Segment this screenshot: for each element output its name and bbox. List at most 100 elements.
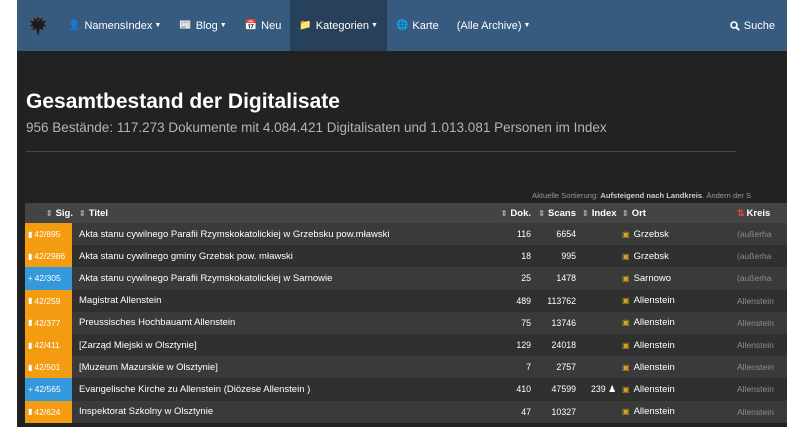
nav-blog-label: Blog [195, 19, 218, 32]
book-icon: ▮ [28, 251, 33, 261]
ort-label: Allenstein [633, 406, 675, 418]
cell-index [579, 267, 619, 290]
sig-badge[interactable]: ▮ 42/2986 [25, 245, 72, 268]
nav-blog[interactable]: 📰 Blog ▼ [170, 0, 235, 51]
cell-index: 239 ♟ [579, 378, 619, 401]
caret-down-icon: ▼ [219, 22, 227, 29]
titel-link[interactable]: [Muzeum Mazurskie w Olsztynie] [79, 362, 218, 373]
cell-kreis: Allenstein [734, 289, 787, 312]
cell-titel[interactable]: Akta stanu cywilnego Parafii Rzymskokato… [76, 223, 496, 246]
cell-sig[interactable]: +42/565 [25, 378, 76, 401]
cell-titel[interactable]: Magistrat Allenstein [76, 289, 496, 312]
nav-archive-select[interactable]: (Alle Archive) ▼ [448, 0, 540, 51]
col-header-titel-label: Titel [88, 207, 109, 219]
cell-titel[interactable]: Preussisches Hochbauamt Allenstein [76, 311, 496, 334]
search-icon [729, 20, 740, 31]
col-header-kreis[interactable]: ⇅ Kreis [734, 203, 787, 223]
cell-ort[interactable]: ▣ Allenstein [619, 289, 734, 312]
sig-label: 42/2986 [34, 251, 66, 262]
cell-titel[interactable]: Inspektorat Szkolny w Olsztynie [76, 400, 496, 423]
map-icon: ▣ [622, 362, 630, 372]
col-header-titel[interactable]: ⇕ Titel [76, 203, 496, 223]
sig-badge[interactable]: +42/565 [25, 378, 72, 401]
col-header-index[interactable]: ⇕ Index [579, 203, 619, 223]
cell-sig[interactable]: ▮ 42/2986 [25, 245, 76, 268]
table-row[interactable]: +42/565 Evangelische Kirche zu Allenstein… [25, 378, 787, 401]
table-row[interactable]: ▮ 42/2986 Akta stanu cywilnego gminy Grzeb… [25, 245, 787, 268]
cell-titel[interactable]: [Muzeum Mazurskie w Olsztynie] [76, 356, 496, 379]
titel-link[interactable]: Akta stanu cywilnego Parafii Rzymskokato… [79, 273, 332, 284]
ort-label: Allenstein [633, 361, 675, 373]
cell-ort[interactable]: ▣ Allenstein [619, 356, 734, 379]
titel-link[interactable]: Akta stanu cywilnego Parafii Rzymskokato… [79, 229, 389, 240]
sig-badge[interactable]: ▮ 42/895 [25, 223, 72, 246]
cell-kreis: (außerha [734, 267, 787, 290]
sort-icon: ⇕ [79, 208, 86, 218]
cell-index [579, 356, 619, 379]
cell-titel[interactable]: [Zarząd Miejski w Olsztynie] [76, 333, 496, 357]
globe-icon: 🌐 [395, 20, 409, 31]
sort-icon: ⇕ [538, 208, 545, 218]
person-icon: ♟ [608, 383, 616, 394]
titel-link[interactable]: Preussisches Hochbauamt Allenstein [79, 317, 235, 328]
sort-icon: ⇕ [500, 208, 508, 218]
sig-badge[interactable]: +42/305 [25, 267, 72, 290]
cell-kreis: Allenstein [734, 400, 787, 423]
sig-badge[interactable]: ▮ 42/624 [25, 400, 72, 423]
caret-down-icon: ▼ [371, 22, 378, 29]
cell-sig[interactable]: ▮ 42/501 [25, 356, 76, 379]
titel-link[interactable]: [Zarząd Miejski w Olsztynie] [79, 340, 197, 351]
sig-badge[interactable]: ▮ 42/411 [25, 333, 72, 357]
cell-ort[interactable]: ▣ Allenstein [619, 311, 734, 334]
sig-badge[interactable]: ▮ 42/377 [25, 311, 72, 334]
brand-logo[interactable] [17, 0, 59, 51]
table-row[interactable]: ▮ 42/895 Akta stanu cywilnego Parafii Rzym… [25, 223, 787, 246]
cell-sig[interactable]: ▮ 42/377 [25, 311, 76, 334]
nav-namensindex[interactable]: 👤 NamensIndex ▼ [59, 0, 170, 51]
divider [26, 151, 736, 152]
cell-titel[interactable]: Akta stanu cywilnego gminy Grzebsk pow. … [76, 245, 496, 268]
col-header-scans-label: Scans [548, 207, 576, 219]
nav-kategorien[interactable]: 📁 Kategorien ▼ [290, 0, 387, 51]
col-header-ort[interactable]: ⇕ Ort [619, 203, 734, 223]
table-row[interactable]: ▮ 42/624 Inspektorat Szkolny w Olsztynie 47… [25, 400, 787, 423]
table-row[interactable]: ▮ 42/377 Preussisches Hochbauamt Allenstei… [25, 311, 787, 334]
cell-titel[interactable]: Akta stanu cywilnego Parafii Rzymskokato… [76, 267, 496, 290]
nav-neu-label: Neu [261, 19, 282, 32]
sort-icon: ⇕ [622, 208, 629, 218]
nav-neu[interactable]: 📅 Neu [236, 0, 291, 51]
caret-down-icon: ▼ [523, 22, 531, 29]
table-row[interactable]: ▮ 42/259 Magistrat Allenstein 489 113762 ▣ All… [25, 289, 787, 312]
titel-link[interactable]: Magistrat Allenstein [79, 295, 161, 306]
sig-badge[interactable]: ▮ 42/259 [25, 289, 72, 312]
cell-titel[interactable]: Evangelische Kirche zu Allenstein (Diöze… [76, 378, 496, 401]
cell-ort[interactable]: ▣ Allenstein [619, 333, 734, 357]
page: 👤 NamensIndex ▼ 📰 Blog ▼ 📅 Neu 📁 Kategor… [17, 0, 787, 427]
table-row[interactable]: +42/305 Akta stanu cywilnego Parafii Rzym… [25, 267, 787, 290]
col-header-dok[interactable]: ⇕ Dok. [496, 203, 534, 223]
cell-sig[interactable]: ▮ 42/895 [25, 223, 76, 246]
titel-link[interactable]: Inspektorat Szkolny w Olsztynie [79, 406, 213, 417]
cell-ort[interactable]: ▣ Grzebsk [619, 223, 734, 246]
cell-ort[interactable]: ▣ Sarnowo [619, 267, 734, 290]
map-icon: ▣ [622, 340, 630, 350]
titel-link[interactable]: Evangelische Kirche zu Allenstein (Diöze… [79, 384, 310, 395]
col-header-sig[interactable]: ⇕ Sig. [25, 203, 76, 223]
col-header-index-label: Index [591, 207, 617, 219]
cell-ort[interactable]: ▣ Allenstein [619, 400, 734, 423]
cell-dok: 7 [496, 356, 534, 379]
table-row[interactable]: ▮ 42/501 [Muzeum Mazurskie w Olsztynie] 7 27… [25, 356, 787, 379]
cell-ort[interactable]: ▣ Allenstein [619, 378, 734, 401]
sig-badge[interactable]: ▮ 42/501 [25, 356, 72, 379]
table-row[interactable]: ▮ 42/411 [Zarząd Miejski w Olsztynie] 129 24… [25, 333, 787, 357]
cell-sig[interactable]: ▮ 42/411 [25, 333, 76, 357]
nav-karte[interactable]: 🌐 Karte [387, 0, 448, 51]
cell-sig[interactable]: ▮ 42/624 [25, 400, 76, 423]
cell-sig[interactable]: ▮ 42/259 [25, 289, 76, 312]
nav-search[interactable]: Suche [721, 0, 787, 51]
col-header-scans[interactable]: ⇕ Scans [534, 203, 579, 223]
book-icon: ▮ [28, 407, 33, 417]
cell-ort[interactable]: ▣ Grzebsk [619, 245, 734, 268]
titel-link[interactable]: Akta stanu cywilnego gminy Grzebsk pow. … [79, 251, 293, 262]
cell-sig[interactable]: +42/305 [25, 267, 76, 290]
